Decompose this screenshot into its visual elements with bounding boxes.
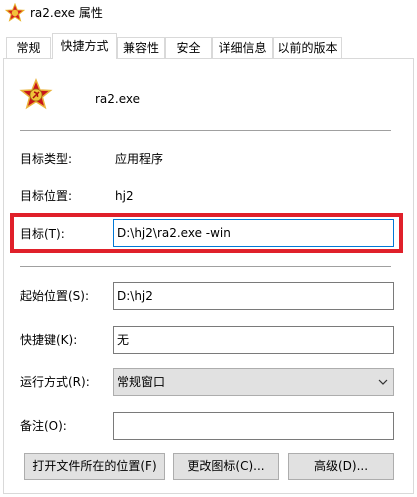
properties-window: ra2.exe 属性 常规 快捷方式 兼容性 安全 详细信息 以前的版本 ra2… — [0, 0, 417, 497]
target-type-value: 应用程序 — [115, 152, 164, 166]
target-label: 目标(T): — [20, 227, 65, 241]
soviet-star-icon — [5, 3, 25, 22]
shortcut-key-input[interactable]: 无 — [113, 326, 394, 354]
change-icon-button[interactable]: 更改图标(C)... — [173, 453, 279, 480]
tab-strip: 常规 快捷方式 兼容性 安全 详细信息 以前的版本 — [0, 33, 417, 59]
start-in-input[interactable]: D:\hj2 — [113, 282, 394, 310]
tab-details[interactable]: 详细信息 — [212, 37, 273, 58]
start-in-label: 起始位置(S): — [20, 289, 90, 303]
tab-general[interactable]: 常规 — [6, 37, 51, 58]
run-select[interactable]: 常规窗口 — [113, 368, 394, 396]
app-name: ra2.exe — [95, 92, 141, 106]
tab-compatibility[interactable]: 兼容性 — [117, 37, 165, 58]
run-label: 运行方式(R): — [20, 375, 90, 389]
target-location-value: hj2 — [115, 189, 134, 203]
soviet-star-icon — [19, 78, 53, 110]
open-file-location-button[interactable]: 打开文件所在的位置(F) — [24, 453, 165, 480]
window-title: ra2.exe 属性 — [30, 6, 103, 20]
target-input[interactable]: D:\hj2\ra2.exe -win — [113, 219, 394, 247]
run-select-value: 常规窗口 — [117, 375, 166, 389]
tab-security[interactable]: 安全 — [165, 37, 212, 58]
tab-shortcut[interactable]: 快捷方式 — [52, 33, 117, 59]
advanced-button[interactable]: 高级(D)... — [288, 453, 394, 480]
chevron-down-icon — [378, 379, 388, 385]
tab-previous-versions[interactable]: 以前的版本 — [273, 37, 342, 58]
target-location-label: 目标位置: — [20, 189, 73, 203]
comment-input[interactable] — [113, 412, 394, 440]
separator — [20, 130, 391, 131]
title-bar: ra2.exe 属性 — [0, 0, 417, 28]
target-type-label: 目标类型: — [20, 152, 73, 166]
shortcut-key-label: 快捷键(K): — [20, 333, 78, 347]
comment-label: 备注(O): — [20, 419, 67, 433]
separator — [20, 266, 391, 267]
